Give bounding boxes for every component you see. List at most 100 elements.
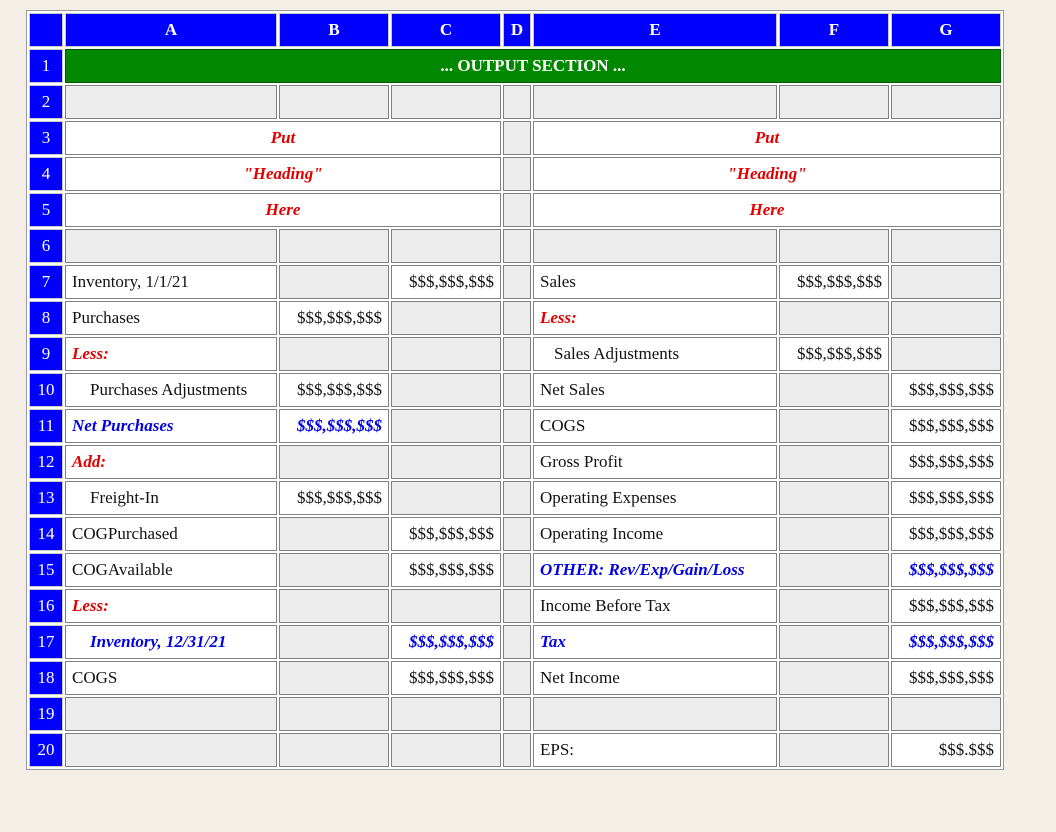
- cell-a19[interactable]: [65, 697, 277, 731]
- net-income-label[interactable]: Net Income: [533, 661, 777, 695]
- column-header-a[interactable]: A: [65, 13, 277, 47]
- output-section-title[interactable]: ... OUTPUT SECTION ...: [65, 49, 1001, 83]
- cell-a6[interactable]: [65, 229, 277, 263]
- left-heading-line-1[interactable]: Put: [65, 121, 501, 155]
- inventory-end-amount[interactable]: $$$,$$$,$$$: [391, 625, 501, 659]
- cell-b9[interactable]: [279, 337, 389, 371]
- cell-c20[interactable]: [391, 733, 501, 767]
- row-header-16[interactable]: 16: [29, 589, 63, 623]
- cell-d13[interactable]: [503, 481, 531, 515]
- cell-d3[interactable]: [503, 121, 531, 155]
- sales-less-label[interactable]: Less:: [533, 301, 777, 335]
- cell-c9[interactable]: [391, 337, 501, 371]
- eps-amount[interactable]: $$$.$$$: [891, 733, 1001, 767]
- cell-e2[interactable]: [533, 85, 777, 119]
- column-header-e[interactable]: E: [533, 13, 777, 47]
- purchases-adjustments-label[interactable]: Purchases Adjustments: [65, 373, 277, 407]
- cell-f16[interactable]: [779, 589, 889, 623]
- operating-expenses-amount[interactable]: $$$,$$$,$$$: [891, 481, 1001, 515]
- operating-income-amount[interactable]: $$$,$$$,$$$: [891, 517, 1001, 551]
- row-header-15[interactable]: 15: [29, 553, 63, 587]
- cell-g6[interactable]: [891, 229, 1001, 263]
- sales-label[interactable]: Sales: [533, 265, 777, 299]
- net-sales-amount[interactable]: $$$,$$$,$$$: [891, 373, 1001, 407]
- cell-b17[interactable]: [279, 625, 389, 659]
- sales-adjustments-amount[interactable]: $$$,$$$,$$$: [779, 337, 889, 371]
- column-header-c[interactable]: C: [391, 13, 501, 47]
- cell-d4[interactable]: [503, 157, 531, 191]
- row-header-7[interactable]: 7: [29, 265, 63, 299]
- operating-expenses-label[interactable]: Operating Expenses: [533, 481, 777, 515]
- left-heading-line-3[interactable]: Here: [65, 193, 501, 227]
- cell-f10[interactable]: [779, 373, 889, 407]
- row-header-5[interactable]: 5: [29, 193, 63, 227]
- row-header-6[interactable]: 6: [29, 229, 63, 263]
- cell-f18[interactable]: [779, 661, 889, 695]
- cell-f14[interactable]: [779, 517, 889, 551]
- cog-purchased-label[interactable]: COGPurchased: [65, 517, 277, 551]
- net-income-amount[interactable]: $$$,$$$,$$$: [891, 661, 1001, 695]
- cell-e19[interactable]: [533, 697, 777, 731]
- cell-b2[interactable]: [279, 85, 389, 119]
- cell-d10[interactable]: [503, 373, 531, 407]
- sales-amount[interactable]: $$$,$$$,$$$: [779, 265, 889, 299]
- cell-b16[interactable]: [279, 589, 389, 623]
- row-header-18[interactable]: 18: [29, 661, 63, 695]
- cell-b12[interactable]: [279, 445, 389, 479]
- sales-adjustments-label[interactable]: Sales Adjustments: [533, 337, 777, 371]
- row-header-10[interactable]: 10: [29, 373, 63, 407]
- inventory-end-label[interactable]: Inventory, 12/31/21: [65, 625, 277, 659]
- row-header-9[interactable]: 9: [29, 337, 63, 371]
- cell-c11[interactable]: [391, 409, 501, 443]
- cell-f11[interactable]: [779, 409, 889, 443]
- cell-d14[interactable]: [503, 517, 531, 551]
- row-header-4[interactable]: 4: [29, 157, 63, 191]
- cell-d6[interactable]: [503, 229, 531, 263]
- cell-c12[interactable]: [391, 445, 501, 479]
- cell-d18[interactable]: [503, 661, 531, 695]
- cell-d12[interactable]: [503, 445, 531, 479]
- cell-b18[interactable]: [279, 661, 389, 695]
- net-sales-label[interactable]: Net Sales: [533, 373, 777, 407]
- cell-b14[interactable]: [279, 517, 389, 551]
- cell-c10[interactable]: [391, 373, 501, 407]
- row-header-12[interactable]: 12: [29, 445, 63, 479]
- row-header-20[interactable]: 20: [29, 733, 63, 767]
- cell-d7[interactable]: [503, 265, 531, 299]
- cell-d5[interactable]: [503, 193, 531, 227]
- cell-g9[interactable]: [891, 337, 1001, 371]
- cell-d19[interactable]: [503, 697, 531, 731]
- cell-d9[interactable]: [503, 337, 531, 371]
- cell-f15[interactable]: [779, 553, 889, 587]
- cell-d8[interactable]: [503, 301, 531, 335]
- left-heading-line-2[interactable]: "Heading": [65, 157, 501, 191]
- cell-g7[interactable]: [891, 265, 1001, 299]
- add-label[interactable]: Add:: [65, 445, 277, 479]
- column-header-f[interactable]: F: [779, 13, 889, 47]
- tax-amount[interactable]: $$$,$$$,$$$: [891, 625, 1001, 659]
- cell-b6[interactable]: [279, 229, 389, 263]
- cell-c2[interactable]: [391, 85, 501, 119]
- row-header-19[interactable]: 19: [29, 697, 63, 731]
- column-header-b[interactable]: B: [279, 13, 389, 47]
- cell-d11[interactable]: [503, 409, 531, 443]
- row-header-13[interactable]: 13: [29, 481, 63, 515]
- row-header-1[interactable]: 1: [29, 49, 63, 83]
- gross-profit-amount[interactable]: $$$,$$$,$$$: [891, 445, 1001, 479]
- freight-in-amount[interactable]: $$$,$$$,$$$: [279, 481, 389, 515]
- cell-b7[interactable]: [279, 265, 389, 299]
- cell-f13[interactable]: [779, 481, 889, 515]
- net-purchases-amount[interactable]: $$$,$$$,$$$: [279, 409, 389, 443]
- cell-f8[interactable]: [779, 301, 889, 335]
- purchases-adjustments-amount[interactable]: $$$,$$$,$$$: [279, 373, 389, 407]
- cell-b19[interactable]: [279, 697, 389, 731]
- cell-g2[interactable]: [891, 85, 1001, 119]
- net-purchases-label[interactable]: Net Purchases: [65, 409, 277, 443]
- row-header-11[interactable]: 11: [29, 409, 63, 443]
- cell-f20[interactable]: [779, 733, 889, 767]
- cell-d17[interactable]: [503, 625, 531, 659]
- column-header-d[interactable]: D: [503, 13, 531, 47]
- row-header-17[interactable]: 17: [29, 625, 63, 659]
- row-header-2[interactable]: 2: [29, 85, 63, 119]
- cell-c8[interactable]: [391, 301, 501, 335]
